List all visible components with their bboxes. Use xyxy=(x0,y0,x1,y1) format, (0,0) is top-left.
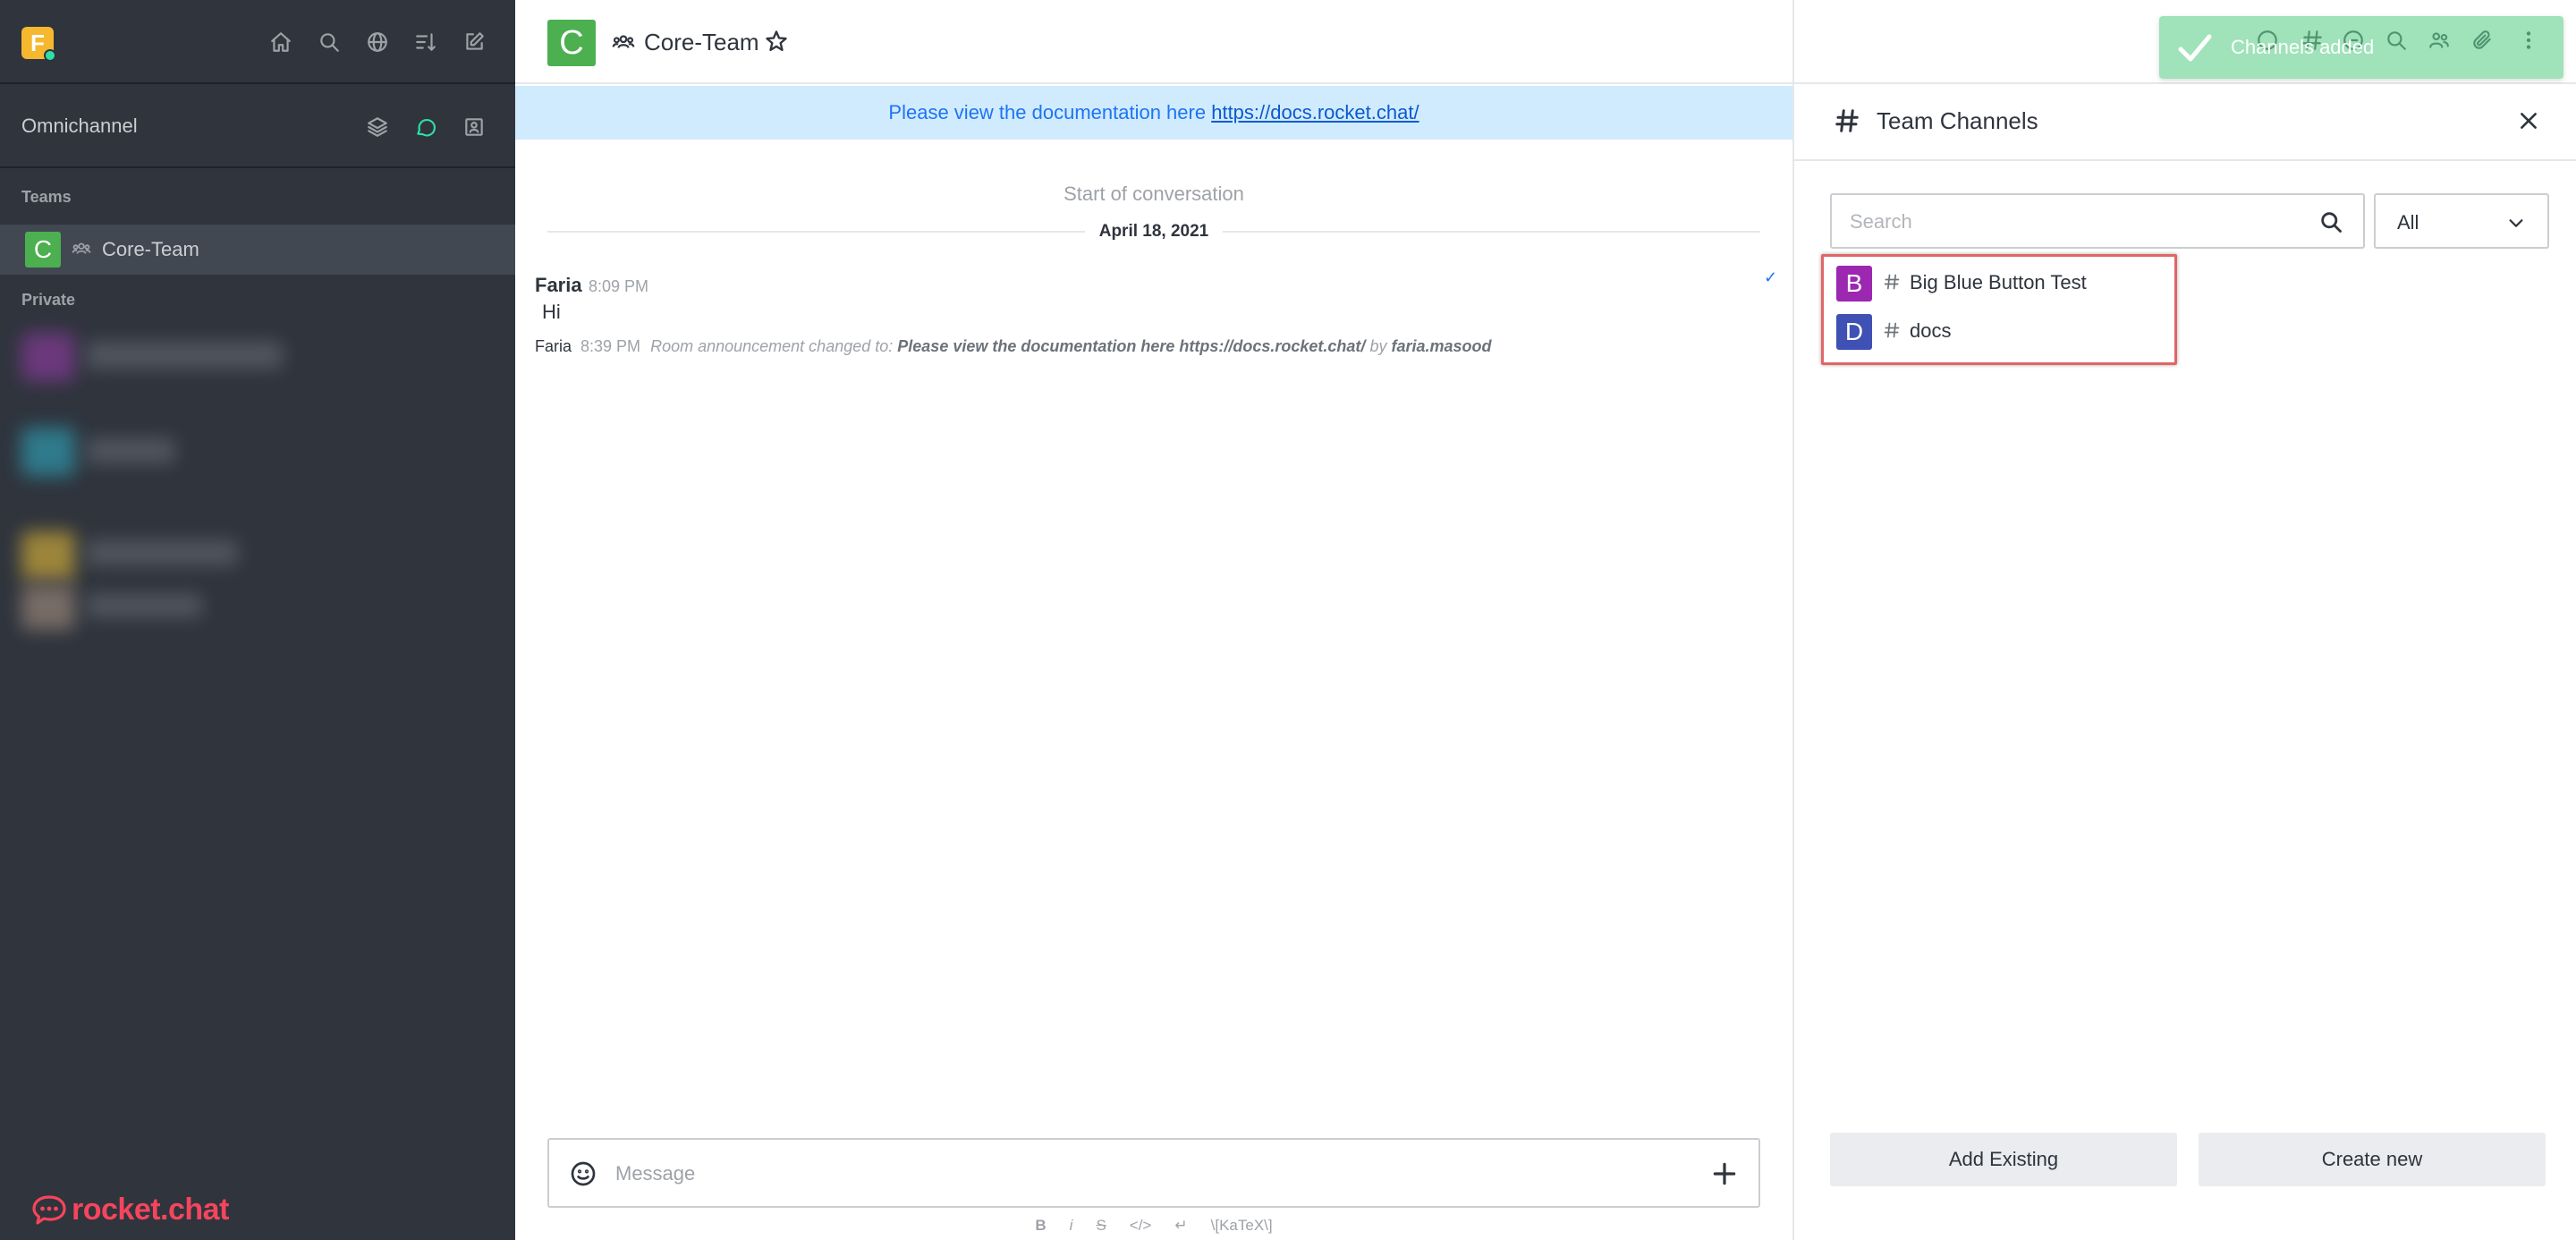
omnichannel-status-icon[interactable] xyxy=(408,109,444,145)
sidebar: F Omnichannel Teams C Core-Team Private … xyxy=(0,0,515,1240)
bold-format-button[interactable]: B xyxy=(1035,1217,1046,1235)
system-message-prefix: Room announcement changed to: xyxy=(650,337,894,355)
omnichannel-bar: Omnichannel xyxy=(0,86,515,168)
channel-list: B Big Blue Button Test D docs xyxy=(1821,254,2177,365)
directory-globe-icon[interactable] xyxy=(360,24,395,60)
hash-icon xyxy=(1883,321,1901,344)
room-title: Core-Team xyxy=(644,29,759,55)
omnichannel-label: Omnichannel xyxy=(21,115,138,137)
message-timestamp: 8:09 PM xyxy=(589,277,649,295)
section-title-teams: Teams xyxy=(21,188,72,206)
close-icon[interactable] xyxy=(2517,109,2540,137)
select-value: All xyxy=(2397,211,2419,234)
queue-layers-icon[interactable] xyxy=(360,109,395,145)
system-message-user[interactable]: faria.masood xyxy=(1391,337,1491,355)
channel-type-select[interactable]: All xyxy=(2374,193,2549,249)
sidebar-item-core-team[interactable]: C Core-Team xyxy=(0,225,515,275)
toast-message: Channels added xyxy=(2231,36,2375,58)
formatting-toolbar: B i S </> ↵ \[KaTeX\] xyxy=(515,1213,1792,1238)
chevron-down-icon xyxy=(2506,213,2526,237)
system-message-timestamp: 8:39 PM xyxy=(580,337,641,355)
strike-format-button[interactable]: S xyxy=(1096,1217,1106,1235)
avatar: B xyxy=(1836,266,1872,302)
contact-center-icon[interactable] xyxy=(456,109,492,145)
emoji-icon[interactable] xyxy=(569,1159,597,1193)
sidebar-item-label: Core-Team xyxy=(102,238,199,260)
announcement-link[interactable]: https://docs.rocket.chat/ xyxy=(1211,101,1419,123)
rocketchat-logo-icon xyxy=(32,1195,66,1225)
plus-icon[interactable] xyxy=(1710,1159,1739,1193)
status-online-icon xyxy=(44,49,56,62)
message-author[interactable]: Faria xyxy=(535,274,582,297)
toast-notification[interactable]: Channels added xyxy=(2159,16,2563,79)
message-input[interactable] xyxy=(615,1156,1671,1192)
workspace-initial: F xyxy=(30,30,45,56)
team-icon xyxy=(72,239,93,260)
workspace-avatar[interactable]: F xyxy=(21,27,56,62)
app-window: F Omnichannel Teams C Core-Team Private … xyxy=(0,0,2576,1240)
hash-icon xyxy=(1883,273,1901,295)
create-new-icon[interactable] xyxy=(456,24,492,60)
channel-search-input[interactable] xyxy=(1850,204,2297,240)
panel-header: Team Channels xyxy=(1794,86,2576,161)
channel-search-box xyxy=(1830,193,2365,249)
blurred-avatar xyxy=(21,585,75,630)
sort-icon[interactable] xyxy=(408,24,444,60)
room-header: C Core-Team xyxy=(515,0,1792,84)
conversation-start-label: Start of conversation xyxy=(1063,183,1244,205)
blurred-avatar xyxy=(21,531,75,580)
room-toolbar: Channels added xyxy=(1794,0,2576,84)
room-avatar[interactable]: C xyxy=(547,20,596,66)
room-main: C Core-Team Please view the documentatio… xyxy=(515,0,1792,1240)
blurred-item xyxy=(86,594,202,617)
blurred-avatar xyxy=(21,428,75,476)
add-existing-button[interactable]: Add Existing xyxy=(1830,1133,2177,1186)
home-icon[interactable] xyxy=(263,24,299,60)
channel-name: Big Blue Button Test xyxy=(1910,271,2087,293)
hash-icon xyxy=(1834,107,1860,139)
announcement-text: Please view the documentation here xyxy=(888,101,1207,123)
blurred-item xyxy=(86,342,283,369)
system-message-by: by xyxy=(1369,337,1387,355)
blurred-avatar xyxy=(21,333,75,381)
list-item[interactable]: D docs xyxy=(1824,307,2174,355)
system-message: Faria 8:39 PM Room announcement changed t… xyxy=(535,337,1492,356)
katex-link[interactable]: \[KaTeX\] xyxy=(1211,1217,1273,1235)
avatar: D xyxy=(1836,314,1872,350)
blurred-item xyxy=(86,540,238,565)
check-icon xyxy=(2177,32,2213,69)
search-icon[interactable] xyxy=(2318,209,2343,239)
brand-name: rocket.chat xyxy=(72,1192,229,1227)
create-new-button[interactable]: Create new xyxy=(2199,1133,2546,1186)
system-message-content: Please view the documentation here https… xyxy=(897,337,1366,355)
panel-title: Team Channels xyxy=(1877,107,2038,134)
italic-format-button[interactable]: i xyxy=(1070,1217,1073,1235)
channel-name: docs xyxy=(1910,319,1952,342)
system-message-author[interactable]: Faria xyxy=(535,337,572,355)
section-title-private: Private xyxy=(21,291,76,309)
blurred-item xyxy=(86,438,175,463)
avatar: C xyxy=(25,232,61,268)
date-divider-label: April 18, 2021 xyxy=(1084,222,1224,241)
favorite-star-icon[interactable] xyxy=(764,29,789,58)
message-composer xyxy=(547,1138,1760,1208)
date-divider: April 18, 2021 xyxy=(515,222,1792,242)
team-icon xyxy=(612,30,635,58)
search-icon[interactable] xyxy=(311,24,347,60)
message-read-check-icon: ✓ xyxy=(1764,268,1778,286)
code-format-button[interactable]: </> xyxy=(1130,1217,1152,1235)
multiline-format-button[interactable]: ↵ xyxy=(1174,1217,1187,1235)
sidebar-header: F xyxy=(0,0,515,84)
team-channels-panel: Channels added Team Channels All xyxy=(1792,0,2576,1240)
rocketchat-logo: rocket.chat xyxy=(30,1190,229,1229)
message-body: Hi xyxy=(542,301,561,323)
list-item[interactable]: B Big Blue Button Test xyxy=(1824,259,2174,307)
room-announcement[interactable]: Please view the documentation here https… xyxy=(515,86,1792,140)
